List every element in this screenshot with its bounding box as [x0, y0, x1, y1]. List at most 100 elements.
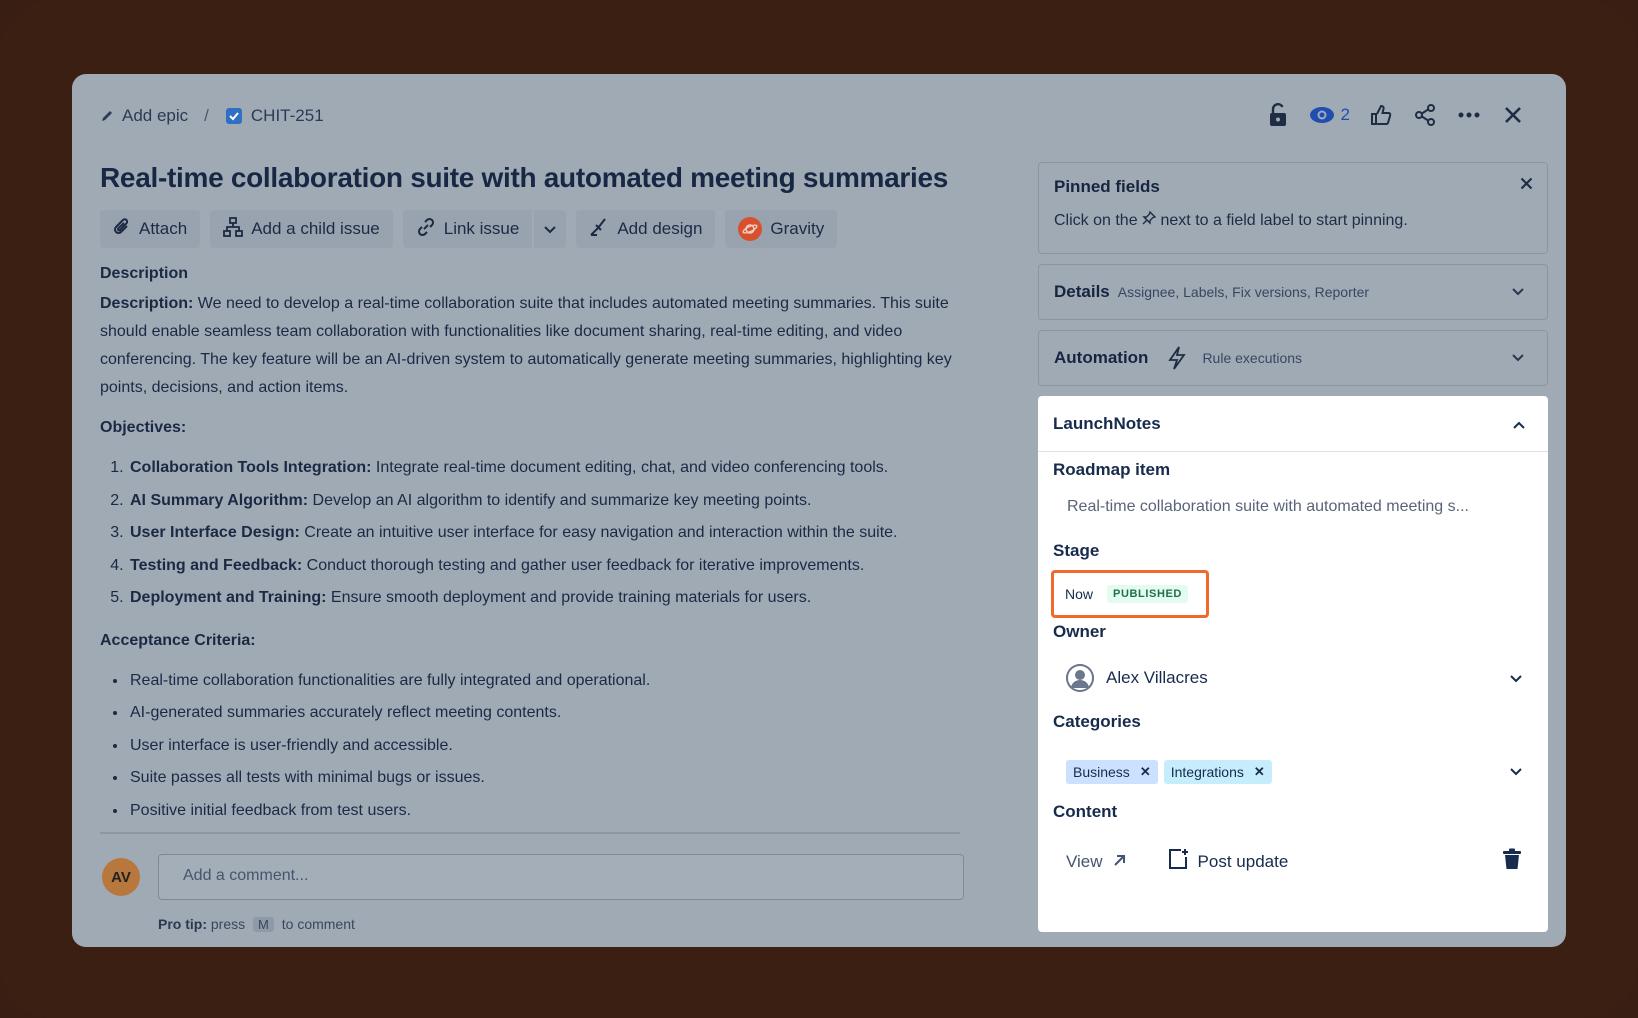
add-design-button[interactable]: Add design	[576, 210, 716, 248]
design-brush-icon	[589, 217, 609, 242]
gravity-planet-icon	[738, 217, 763, 241]
thumbs-up-icon[interactable]	[1368, 102, 1394, 128]
comment-input[interactable]: Add a comment...	[158, 854, 964, 900]
link-issue-group: Link issue	[402, 210, 567, 248]
view-label: View	[1066, 851, 1103, 871]
attach-label: Attach	[139, 219, 188, 238]
keyboard-shortcut-key: M	[253, 917, 274, 932]
hierarchy-icon	[223, 216, 244, 242]
arrow-up-right-icon	[1113, 852, 1126, 872]
automation-panel[interactable]: Automation Rule executions	[1038, 330, 1548, 386]
pin-icon	[1142, 210, 1157, 229]
list-item: Deployment and Training: Ensure smooth d…	[128, 582, 960, 615]
breadcrumb-separator: /	[204, 106, 209, 125]
add-document-icon	[1168, 848, 1190, 875]
owner-label: Owner	[1053, 622, 1106, 641]
chevron-down-icon	[544, 219, 557, 239]
link-icon	[416, 217, 436, 242]
description-intro-text: We need to develop a real-time collabora…	[100, 295, 952, 396]
criteria-list: Real-time collaboration functionalities …	[100, 665, 960, 828]
add-epic-link[interactable]: Add epic	[122, 106, 188, 126]
header-actions: 2	[1265, 102, 1526, 128]
add-child-issue-button[interactable]: Add a child issue	[210, 210, 393, 248]
issue-title[interactable]: Real-time collaboration suite with autom…	[100, 162, 948, 194]
attach-button[interactable]: Attach	[100, 210, 201, 248]
automation-title: Automation	[1054, 348, 1149, 367]
chevron-down-icon	[1512, 283, 1524, 301]
list-item: Testing and Feedback: Conduct thorough t…	[128, 550, 960, 583]
list-item: Positive initial feedback from test user…	[128, 795, 960, 828]
trash-icon[interactable]	[1502, 848, 1522, 875]
task-checkbox-icon	[225, 107, 243, 125]
category-tag-integrations: Integrations ✕	[1163, 760, 1272, 784]
chevron-down-icon	[1512, 349, 1524, 367]
breadcrumb: Add epic / CHIT-251	[100, 106, 324, 126]
category-tag-label: Business	[1073, 764, 1130, 780]
issue-key-link[interactable]: CHIT-251	[251, 106, 324, 126]
remove-tag-icon[interactable]: ✕	[1140, 764, 1151, 780]
paperclip-icon	[113, 217, 131, 242]
close-icon[interactable]	[1520, 177, 1533, 195]
chevron-down-icon	[1510, 763, 1522, 781]
content-actions: View Post update	[1066, 848, 1522, 875]
lock-icon[interactable]	[1265, 102, 1291, 128]
description-intro: Description: We need to develop a real-t…	[100, 290, 960, 402]
gravity-button[interactable]: Gravity	[725, 210, 838, 248]
watch-button[interactable]: 2	[1309, 105, 1350, 125]
content-label: Content	[1053, 802, 1118, 821]
objectives-heading: Objectives:	[100, 419, 187, 436]
list-item: AI-generated summaries accurately reflec…	[128, 697, 960, 730]
stage-label: Stage	[1053, 541, 1100, 560]
list-item: Real-time collaboration functionalities …	[128, 665, 960, 698]
lightning-icon	[1168, 346, 1187, 370]
pinned-fields-panel: Pinned fields Click on the next to a fie…	[1038, 162, 1548, 254]
categories-label: Categories	[1053, 712, 1141, 731]
stage-field[interactable]: Now PUBLISHED	[1051, 570, 1209, 618]
list-item: User interface is user-friendly and acce…	[128, 730, 960, 763]
link-issue-dropdown[interactable]	[534, 210, 567, 248]
pinned-hint-before: Click on the	[1054, 212, 1138, 229]
description-area[interactable]: Description Description: We need to deve…	[100, 260, 960, 910]
link-issue-label: Link issue	[443, 219, 520, 238]
view-link[interactable]: View	[1066, 852, 1126, 872]
launchnotes-title: LaunchNotes	[1053, 413, 1161, 433]
issue-toolbar: Attach Add a child issue Link issue Add …	[100, 210, 838, 248]
details-title: Details	[1054, 282, 1110, 301]
issue-modal: Add epic / CHIT-251 2 Real-time collabor…	[72, 74, 1566, 947]
comment-bar: AV Add a comment... Pro tip: press M to …	[72, 832, 1020, 947]
close-icon[interactable]	[1500, 102, 1526, 128]
watch-count: 2	[1340, 105, 1350, 124]
launchnotes-header[interactable]: LaunchNotes	[1038, 396, 1548, 452]
roadmap-item-value[interactable]: Real-time collaboration suite with autom…	[1067, 498, 1469, 516]
gravity-label: Gravity	[770, 219, 825, 238]
categories-select[interactable]: Business ✕ Integrations ✕	[1066, 760, 1522, 784]
share-icon[interactable]	[1412, 102, 1438, 128]
launchnotes-panel: LaunchNotes Roadmap item Real-time colla…	[1038, 396, 1548, 932]
pro-tip: Pro tip: press M to comment	[158, 916, 355, 932]
category-tag-business: Business ✕	[1066, 760, 1158, 784]
details-panel[interactable]: Details Assignee, Labels, Fix versions, …	[1038, 264, 1548, 320]
post-update-button[interactable]: Post update	[1168, 848, 1289, 875]
automation-subtitle: Rule executions	[1202, 350, 1303, 366]
more-icon[interactable]	[1456, 102, 1482, 128]
pencil-icon	[100, 109, 114, 123]
list-item: Suite passes all tests with minimal bugs…	[128, 762, 960, 795]
avatar: AV	[102, 858, 140, 896]
link-issue-button[interactable]: Link issue	[402, 210, 533, 248]
category-tag-label: Integrations	[1170, 764, 1244, 780]
list-item: AI Summary Algorithm: Develop an AI algo…	[128, 485, 960, 518]
status-badge: PUBLISHED	[1107, 585, 1188, 603]
avatar	[1066, 664, 1094, 692]
owner-value: Alex Villacres	[1106, 668, 1208, 687]
pinned-fields-title: Pinned fields	[1054, 177, 1160, 196]
remove-tag-icon[interactable]: ✕	[1254, 764, 1265, 780]
app-frame: Add epic / CHIT-251 2 Real-time collabor…	[0, 0, 1638, 1018]
criteria-heading: Acceptance Criteria:	[100, 631, 256, 649]
objectives-list: Collaboration Tools Integration: Integra…	[100, 452, 960, 615]
pinned-hint-after: next to a field label to start pinning.	[1160, 212, 1408, 229]
post-update-label: Post update	[1197, 851, 1289, 871]
owner-select[interactable]: Alex Villacres	[1066, 664, 1522, 692]
add-child-label: Add a child issue	[251, 219, 380, 238]
list-item: User Interface Design: Create an intuiti…	[128, 517, 960, 550]
protip-label: Pro tip:	[158, 916, 207, 932]
